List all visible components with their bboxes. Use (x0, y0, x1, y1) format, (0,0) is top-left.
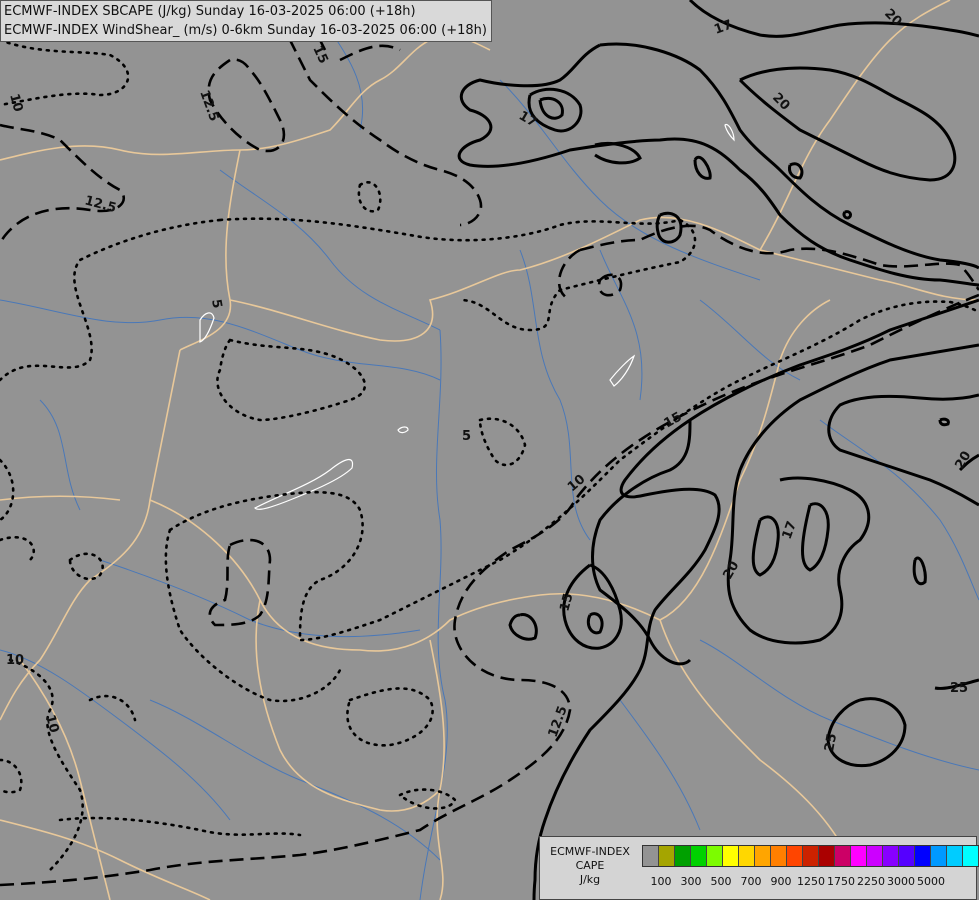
contour-label: 10 (6, 653, 24, 668)
legend-swatch (787, 846, 803, 866)
legend-swatch (755, 846, 771, 866)
contour-label: 5 (462, 429, 471, 444)
legend-swatch (947, 846, 963, 866)
legend-swatch (675, 846, 691, 866)
legend-swatch (707, 846, 723, 866)
title-line-cape: ECMWF-INDEX SBCAPE (J/kg) Sunday 16-03-2… (4, 4, 416, 19)
legend-swatch (915, 846, 931, 866)
legend-tick-label: 2250 (857, 875, 885, 888)
legend-swatch (803, 846, 819, 866)
legend-labels: 100 300 500 700 900 1250 1750 2250 3000 5000 (642, 875, 972, 889)
legend-tick-label: 1750 (827, 875, 855, 888)
legend-tick-label: 900 (770, 875, 792, 888)
legend-tick-label: 3000 (887, 875, 915, 888)
legend-swatch (835, 846, 851, 866)
legend-swatch (723, 846, 739, 866)
legend-title-model: ECMWF-INDEX (550, 845, 630, 858)
contour-label: 25 (950, 681, 968, 696)
legend-swatch (931, 846, 947, 866)
legend-swatch (819, 846, 835, 866)
legend-tick-label: 300 (680, 875, 702, 888)
legend-swatch (963, 846, 979, 866)
legend-color-scale (642, 845, 979, 867)
cape-legend: ECMWF-INDEX CAPE J/kg 100 300 500 700 900 125… (539, 836, 979, 900)
legend-title-unit: J/kg (579, 873, 601, 886)
legend-tick-label: 700 (740, 875, 762, 888)
legend-swatch (771, 846, 787, 866)
legend-swatch (883, 846, 899, 866)
legend-swatch (851, 846, 867, 866)
map-title: ECMWF-INDEX SBCAPE (J/kg) Sunday 16-03-2… (0, 0, 492, 42)
weather-map: 10 12.5 12.5 15 17 20 20 5 5 10 15 20 17… (0, 0, 979, 900)
legend-swatch (643, 846, 659, 866)
legend-swatch (739, 846, 755, 866)
legend-swatch (899, 846, 915, 866)
legend-swatch (867, 846, 883, 866)
legend-tick-label: 5000 (917, 875, 945, 888)
legend-swatch (659, 846, 675, 866)
legend-swatch (691, 846, 707, 866)
legend-tick-label: 500 (710, 875, 732, 888)
title-line-windshear: ECMWF-INDEX WindShear_ (m/s) 0-6km Sunda… (4, 23, 487, 38)
legend-tick-label: 100 (650, 875, 672, 888)
contour-label: 25 (822, 732, 840, 752)
legend-tick-label: 1250 (797, 875, 825, 888)
legend-title-param: CAPE (575, 859, 605, 872)
legend-title: ECMWF-INDEX CAPE J/kg (542, 845, 638, 887)
